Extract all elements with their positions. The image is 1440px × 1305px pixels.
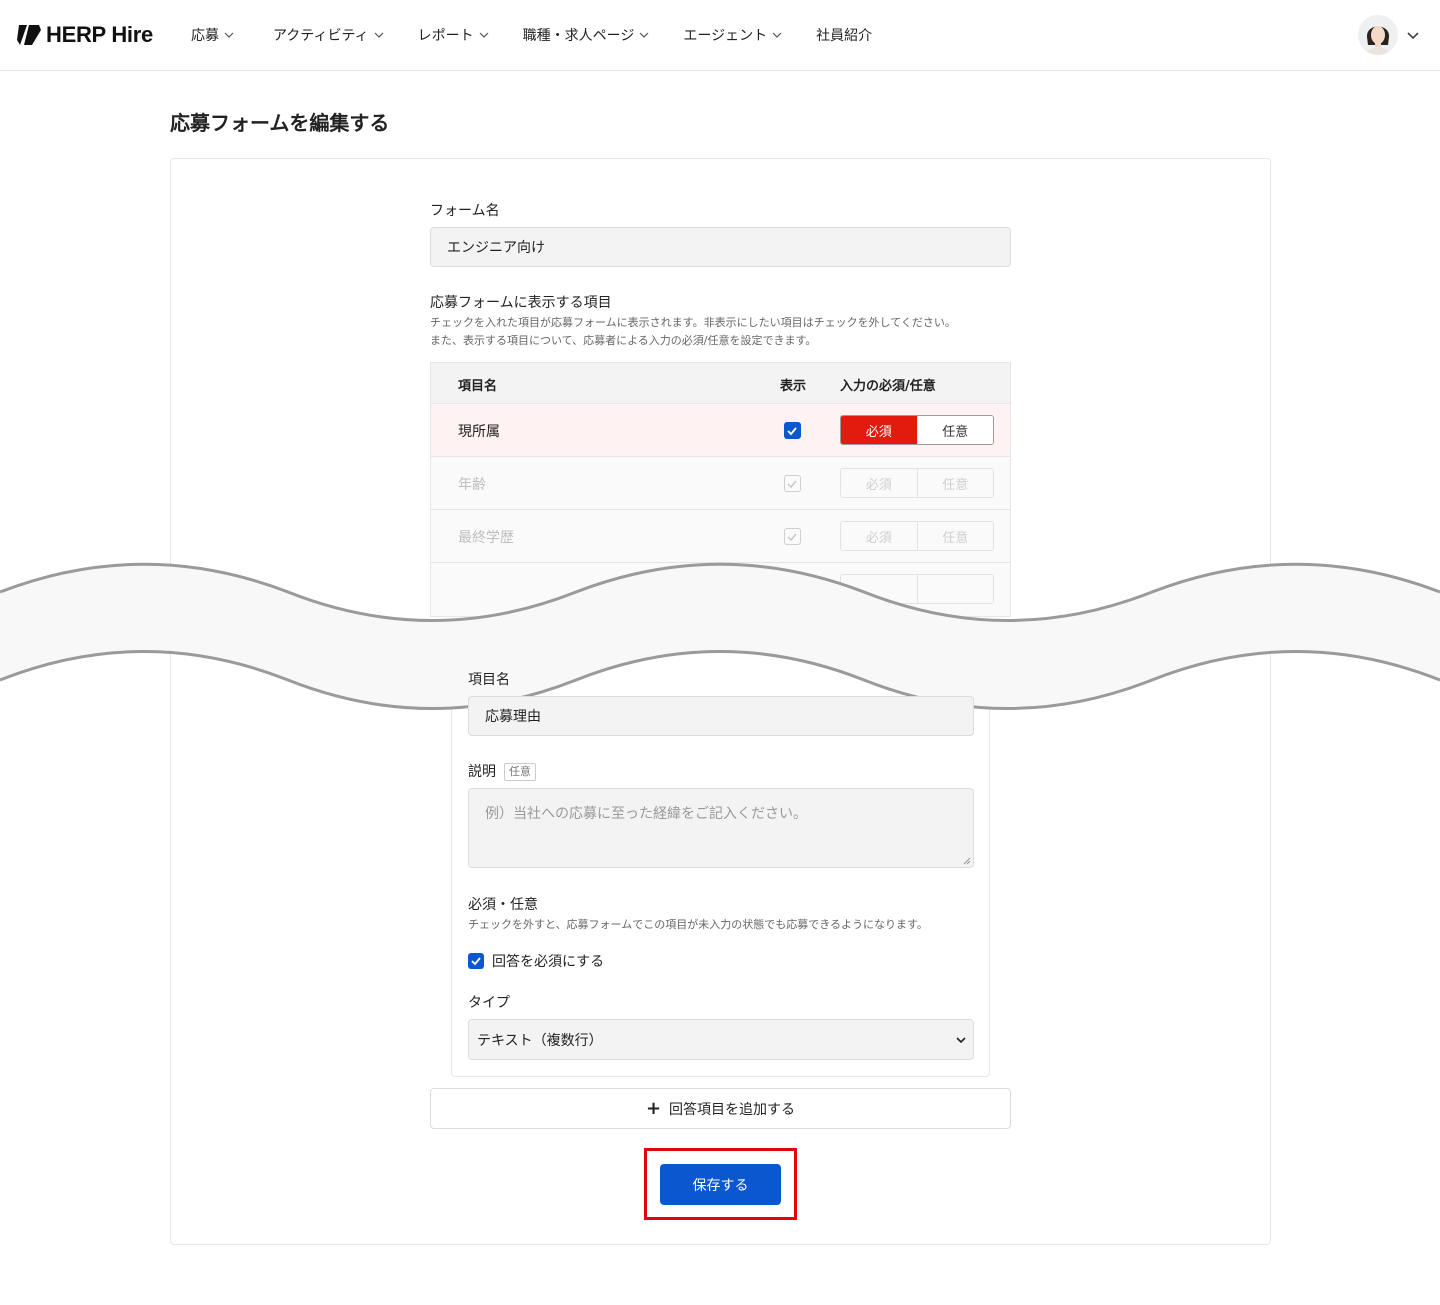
add-answer-item-label: 回答項目を追加する (669, 1101, 796, 1118)
table-header: 項目名 表示 入力の必須/任意 (431, 363, 1010, 404)
optional-option[interactable]: 任意 (916, 522, 993, 550)
nav-item-label: エージェント (683, 28, 768, 44)
required-checkbox-row[interactable]: 回答を必須にする (468, 951, 604, 971)
type-label: タイプ (468, 995, 510, 1011)
item-name: 最終学歴 (458, 530, 514, 546)
description-placeholder: 例）当社への応募に至った経緯をご記入ください。 (485, 806, 807, 822)
required-optional-toggle: 必須 任意 (840, 521, 994, 551)
save-button[interactable]: 保存する (660, 1164, 781, 1205)
item-name: 年齢 (458, 477, 486, 493)
column-header-name: 項目名 (458, 379, 498, 394)
nav-item-referral[interactable]: 社員紹介 (816, 25, 872, 45)
checkmark-icon (787, 480, 797, 489)
required-checkbox[interactable] (468, 953, 484, 969)
description-textarea[interactable]: 例）当社への応募に至った経緯をご記入ください。 (468, 788, 974, 868)
required-option[interactable]: 必須 (841, 469, 917, 497)
column-header-show: 表示 (780, 379, 807, 394)
optional-tag: 任意 (504, 763, 536, 781)
type-select[interactable]: テキスト（複数行） (468, 1019, 974, 1060)
add-answer-item-button[interactable]: + 回答項目を追加する (430, 1088, 1011, 1129)
items-help-text-1: チェックを入れた項目が応募フォームに表示されます。非表示にしたい項目はチェックを… (430, 316, 956, 329)
account-menu-chevron-icon[interactable] (1405, 28, 1421, 44)
checkmark-icon (471, 957, 481, 966)
nav-item-agent[interactable]: エージェント (683, 25, 783, 45)
type-select-value: テキスト（複数行） (477, 1032, 603, 1049)
nav-item-activity[interactable]: アクティビティ (273, 25, 385, 45)
nav-item-label: 応募 (191, 28, 219, 44)
optional-option[interactable]: 任意 (916, 416, 993, 444)
chevron-down-icon (479, 32, 489, 38)
show-checkbox[interactable] (784, 422, 801, 439)
nav-item-label: 職種・求人ページ (522, 28, 635, 44)
table-row: 最終学歴 必須 任意 (431, 510, 1010, 563)
nav-item-label: 社員紹介 (816, 28, 873, 44)
chevron-down-icon (772, 32, 782, 38)
top-navigation-bar: HERP Hire 応募 アクティビティ レポート 職種・求人ページ エージェン… (0, 0, 1440, 71)
chevron-down-icon (224, 32, 234, 38)
required-checkbox-label: 回答を必須にする (492, 954, 605, 970)
show-checkbox[interactable] (784, 528, 801, 545)
form-name-input[interactable]: エンジニア向け (430, 227, 1011, 267)
herp-logo-icon (16, 23, 42, 47)
form-name-label: フォーム名 (430, 203, 500, 219)
chevron-down-icon (639, 32, 649, 38)
nav-item-label: レポート (417, 28, 474, 44)
checkmark-icon (787, 533, 797, 542)
user-avatar[interactable] (1358, 15, 1398, 55)
required-optional-toggle: 必須 任意 (840, 468, 994, 498)
chevron-down-icon (956, 1037, 966, 1044)
required-section-label: 必須・任意 (468, 897, 538, 913)
checkmark-icon (787, 427, 797, 436)
main-nav: 応募 アクティビティ レポート 職種・求人ページ エージェント 社員紹介 (191, 0, 872, 70)
plus-icon: + (645, 1097, 662, 1119)
resize-handle-icon[interactable] (963, 857, 971, 865)
table-row: 現所属 必須 任意 (431, 404, 1010, 457)
items-help-text-2: また、表示する項目について、応募者による入力の必須/任意を設定できます。 (430, 334, 817, 347)
required-option[interactable]: 必須 (841, 416, 917, 444)
user-portrait-icon (1358, 15, 1398, 55)
nav-item-label: アクティビティ (273, 28, 369, 44)
nav-item-applications[interactable]: 応募 (191, 25, 235, 45)
required-optional-toggle: 必須 任意 (840, 415, 994, 445)
column-header-required: 入力の必須/任意 (840, 379, 936, 394)
chevron-down-icon (374, 32, 384, 38)
item-name-label: 項目名 (468, 672, 510, 688)
items-section-label: 応募フォームに表示する項目 (430, 295, 612, 311)
required-help-text: チェックを外すと、応募フォームでこの項目が未入力の状態でも応募できるようになりま… (468, 918, 928, 931)
item-name-input[interactable]: 応募理由 (468, 696, 974, 736)
nav-item-jobs[interactable]: 職種・求人ページ (523, 25, 651, 45)
required-option[interactable]: 必須 (841, 522, 917, 550)
item-name: 現所属 (458, 424, 500, 440)
page-title: 応募フォームを編集する (170, 111, 390, 135)
description-label: 説明 任意 (468, 761, 536, 781)
table-row: 年齢 必須 任意 (431, 457, 1010, 510)
nav-item-report[interactable]: レポート (418, 25, 490, 45)
description-label-text: 説明 (468, 764, 496, 780)
optional-option[interactable]: 任意 (916, 469, 993, 497)
herp-hire-logo[interactable]: HERP Hire (16, 22, 153, 48)
brand-name: HERP Hire (46, 22, 153, 47)
show-checkbox[interactable] (784, 475, 801, 492)
